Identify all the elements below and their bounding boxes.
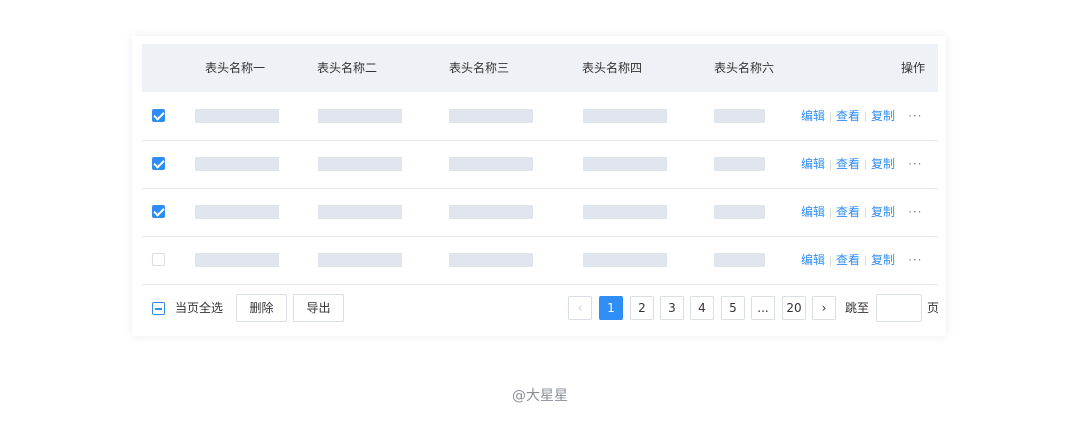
row-checkbox[interactable] — [152, 109, 165, 122]
cell-placeholder — [318, 253, 402, 267]
cell-placeholder — [714, 253, 765, 267]
column-header-4[interactable]: 表头名称四 — [582, 44, 642, 92]
edit-link[interactable]: 编辑 — [801, 253, 825, 267]
cell-placeholder — [714, 109, 765, 123]
cell-placeholder — [195, 205, 279, 219]
cell-placeholder — [449, 109, 533, 123]
cell-placeholder — [318, 205, 402, 219]
cell-placeholder — [583, 109, 667, 123]
cell-placeholder — [318, 157, 402, 171]
table-row: 编辑 查看 复制 ··· — [142, 93, 938, 141]
copy-link[interactable]: 复制 — [871, 157, 895, 171]
cell-placeholder — [583, 205, 667, 219]
cell-placeholder — [714, 157, 765, 171]
select-all-label[interactable]: 当页全选 — [175, 294, 223, 322]
action-divider — [830, 207, 832, 218]
export-button[interactable]: 导出 — [293, 294, 344, 322]
jump-to-page-input[interactable] — [876, 294, 922, 322]
delete-button[interactable]: 删除 — [236, 294, 287, 322]
pagination-ellipsis[interactable]: ... — [751, 296, 775, 320]
action-divider — [865, 159, 867, 170]
cell-placeholder — [583, 253, 667, 267]
row-actions: 编辑 查看 复制 ··· — [801, 189, 923, 236]
page-button[interactable]: 4 — [690, 296, 714, 320]
view-link[interactable]: 查看 — [836, 157, 860, 171]
action-divider — [830, 255, 832, 266]
table-row: 编辑 查看 复制 ··· — [142, 237, 938, 285]
edit-link[interactable]: 编辑 — [801, 205, 825, 219]
row-checkbox[interactable] — [152, 253, 165, 266]
cell-placeholder — [195, 109, 279, 123]
cell-placeholder — [318, 109, 402, 123]
jump-to-label: 跳至 — [845, 301, 870, 315]
next-page-button[interactable]: › — [812, 296, 836, 320]
cell-placeholder — [449, 157, 533, 171]
column-header-6[interactable]: 表头名称六 — [714, 44, 774, 92]
select-all-checkbox[interactable] — [152, 302, 165, 315]
cell-placeholder — [583, 157, 667, 171]
more-actions-icon[interactable]: ··· — [908, 253, 922, 267]
copy-link[interactable]: 复制 — [871, 109, 895, 123]
action-divider — [865, 255, 867, 266]
more-actions-icon[interactable]: ··· — [908, 109, 922, 123]
prev-page-button[interactable]: ‹ — [568, 296, 592, 320]
cell-placeholder — [195, 253, 279, 267]
cell-placeholder — [714, 205, 765, 219]
action-divider — [865, 207, 867, 218]
page-button[interactable]: 5 — [721, 296, 745, 320]
view-link[interactable]: 查看 — [836, 109, 860, 123]
row-checkbox[interactable] — [152, 157, 165, 170]
row-actions: 编辑 查看 复制 ··· — [801, 93, 923, 140]
more-actions-icon[interactable]: ··· — [908, 205, 922, 219]
table-header: 表头名称一 表头名称二 表头名称三 表头名称四 表头名称六 操作 — [142, 44, 938, 92]
action-divider — [865, 111, 867, 122]
cell-placeholder — [195, 157, 279, 171]
edit-link[interactable]: 编辑 — [801, 109, 825, 123]
page-button[interactable]: 3 — [660, 296, 684, 320]
view-link[interactable]: 查看 — [836, 205, 860, 219]
action-divider — [830, 159, 832, 170]
copy-link[interactable]: 复制 — [871, 205, 895, 219]
page-button[interactable]: 20 — [782, 296, 806, 320]
column-header-2[interactable]: 表头名称二 — [317, 44, 377, 92]
table-row: 编辑 查看 复制 ··· — [142, 141, 938, 189]
row-actions: 编辑 查看 复制 ··· — [801, 141, 923, 188]
edit-link[interactable]: 编辑 — [801, 157, 825, 171]
page-suffix-label: 页 — [927, 301, 940, 315]
table-row: 编辑 查看 复制 ··· — [142, 189, 938, 237]
page-button[interactable]: 2 — [630, 296, 654, 320]
cell-placeholder — [449, 253, 533, 267]
copy-link[interactable]: 复制 — [871, 253, 895, 267]
watermark: @大星星 — [512, 388, 568, 404]
view-link[interactable]: 查看 — [836, 253, 860, 267]
table-footer: 当页全选 删除 导出 ‹ 1 2 3 4 5... 20 › 跳至 页 — [142, 294, 940, 322]
column-header-actions: 操作 — [901, 61, 926, 75]
column-header-1[interactable]: 表头名称一 — [205, 44, 265, 92]
data-table-card: 表头名称一 表头名称二 表头名称三 表头名称四 表头名称六 操作 编辑 查看 复制 ·… — [132, 36, 946, 336]
action-divider — [830, 111, 832, 122]
row-actions: 编辑 查看 复制 ··· — [801, 237, 923, 284]
more-actions-icon[interactable]: ··· — [908, 157, 922, 171]
cell-placeholder — [449, 205, 533, 219]
column-header-3[interactable]: 表头名称三 — [449, 44, 509, 92]
page-button[interactable]: 1 — [599, 296, 623, 320]
row-checkbox[interactable] — [152, 205, 165, 218]
